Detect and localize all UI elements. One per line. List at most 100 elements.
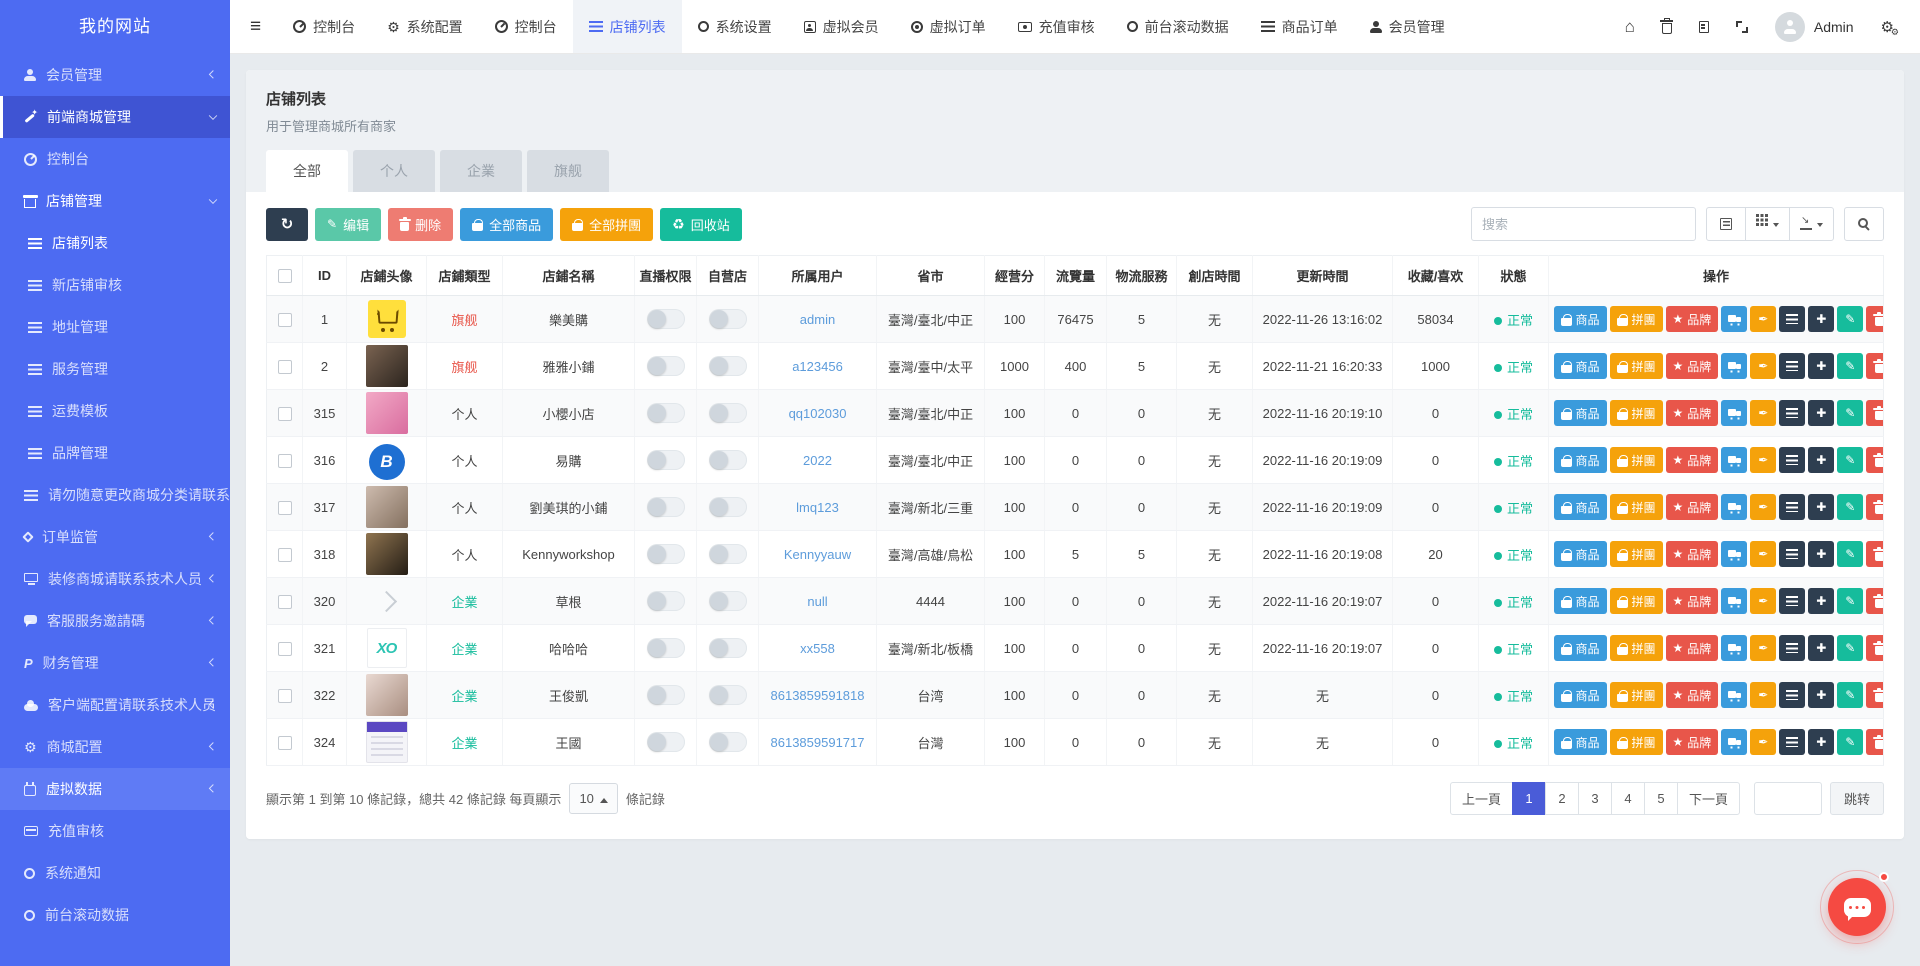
live-permission-toggle[interactable] [646, 638, 685, 658]
goods-button[interactable]: 商品 [1553, 494, 1607, 520]
move-button[interactable]: ✚ [1808, 400, 1835, 426]
brand-button[interactable]: ★ 品牌 [1665, 447, 1719, 473]
page-jump-button[interactable]: 跳转 [1829, 782, 1884, 815]
user-link[interactable]: qq102030 [789, 406, 847, 421]
groupbuy-button[interactable]: 拼團 [1609, 306, 1663, 332]
sidebar-item[interactable]: ⚙ 商城配置 [0, 726, 230, 768]
per-page-select[interactable]: 10 [569, 783, 618, 814]
move-button[interactable]: ✚ [1808, 635, 1835, 661]
recycle-bin-button[interactable]: ♻ 回收站 [660, 207, 742, 241]
row-delete-button[interactable] [1866, 306, 1884, 332]
detail-view-button[interactable] [1706, 207, 1746, 241]
topbar-tab[interactable]: 店铺列表 [572, 0, 682, 53]
brand-button[interactable]: ★ 品牌 [1665, 635, 1719, 661]
detail-button[interactable] [1779, 635, 1806, 661]
row-edit-button[interactable]: ✎ [1837, 588, 1864, 614]
next-page-button[interactable]: 下一頁 [1676, 782, 1740, 815]
sidebar-item[interactable]: 地址管理 [0, 306, 230, 348]
row-delete-button[interactable] [1866, 541, 1884, 567]
sidebar-item[interactable]: 品牌管理 [0, 432, 230, 474]
topbar-tab[interactable]: 控制台 [277, 0, 371, 53]
topbar-tab[interactable]: 虚拟会员 [788, 0, 895, 53]
row-checkbox[interactable] [277, 641, 292, 656]
logistics-button[interactable] [1721, 729, 1748, 755]
topbar-tab[interactable]: 系统设置 [682, 0, 788, 53]
sign-button[interactable]: ✒ [1750, 588, 1777, 614]
user-link[interactable]: a123456 [792, 359, 843, 374]
row-edit-button[interactable]: ✎ [1837, 494, 1864, 520]
row-checkbox[interactable] [277, 500, 292, 515]
goods-button[interactable]: 商品 [1553, 541, 1607, 567]
sidebar-item[interactable]: 订单监管 [0, 516, 230, 558]
logistics-button[interactable] [1721, 541, 1748, 567]
row-checkbox[interactable] [277, 594, 292, 609]
sidebar-toggle-button[interactable]: ≡ [230, 0, 277, 53]
row-edit-button[interactable]: ✎ [1837, 682, 1864, 708]
sidebar-item[interactable]: 新店铺审核 [0, 264, 230, 306]
page-button-5[interactable]: 5 [1643, 782, 1678, 815]
customer-service-button[interactable] [1820, 870, 1894, 944]
logistics-button[interactable] [1721, 306, 1748, 332]
detail-button[interactable] [1779, 494, 1806, 520]
sign-button[interactable]: ✒ [1750, 353, 1777, 379]
detail-button[interactable] [1779, 682, 1806, 708]
row-delete-button[interactable] [1866, 588, 1884, 614]
self-store-toggle[interactable] [708, 403, 747, 423]
topbar-tab[interactable]: 商品订单 [1245, 0, 1354, 53]
brand-button[interactable]: ★ 品牌 [1665, 682, 1719, 708]
row-edit-button[interactable]: ✎ [1837, 635, 1864, 661]
search-input[interactable] [1471, 207, 1696, 241]
prev-page-button[interactable]: 上一頁 [1449, 782, 1513, 815]
logistics-button[interactable] [1721, 353, 1748, 379]
all-groupbuy-button[interactable]: 全部拼團 [560, 207, 654, 241]
user-link[interactable]: 8613859591818 [771, 688, 865, 703]
topbar-tab[interactable]: 会员管理 [1354, 0, 1461, 53]
live-permission-toggle[interactable] [646, 356, 685, 376]
self-store-toggle[interactable] [708, 685, 747, 705]
user-link[interactable]: null [807, 594, 827, 609]
move-button[interactable]: ✚ [1808, 588, 1835, 614]
goods-button[interactable]: 商品 [1553, 729, 1607, 755]
row-delete-button[interactable] [1866, 729, 1884, 755]
topbar-tab[interactable]: 充值审核 [1002, 0, 1111, 53]
columns-button[interactable] [1745, 207, 1790, 241]
export-button[interactable] [1789, 207, 1834, 241]
move-button[interactable]: ✚ [1808, 682, 1835, 708]
move-button[interactable]: ✚ [1808, 447, 1835, 473]
detail-button[interactable] [1779, 447, 1806, 473]
self-store-toggle[interactable] [708, 497, 747, 517]
topbar-tab[interactable]: 前台滚动数据 [1111, 0, 1245, 53]
logistics-button[interactable] [1721, 588, 1748, 614]
row-checkbox[interactable] [277, 688, 292, 703]
row-delete-button[interactable] [1866, 682, 1884, 708]
sidebar-item[interactable]: 运费模板 [0, 390, 230, 432]
topbar-tab[interactable]: ⚙ 系统配置 [371, 0, 479, 53]
sidebar-item[interactable]: 客服服务邀請碼 [0, 600, 230, 642]
sidebar-item[interactable]: 系统通知 [0, 852, 230, 894]
row-edit-button[interactable]: ✎ [1837, 541, 1864, 567]
self-store-toggle[interactable] [708, 356, 747, 376]
sidebar-item[interactable]: 店铺列表 [0, 222, 230, 264]
logs-button[interactable] [1698, 20, 1709, 33]
sidebar-item[interactable]: 前台滚动数据 [0, 894, 230, 936]
filter-tab[interactable]: 旗舰 [527, 150, 609, 192]
self-store-toggle[interactable] [708, 591, 747, 611]
goods-button[interactable]: 商品 [1553, 447, 1607, 473]
row-checkbox[interactable] [277, 312, 292, 327]
user-link[interactable]: 8613859591717 [771, 735, 865, 750]
move-button[interactable]: ✚ [1808, 541, 1835, 567]
user-link[interactable]: 2022 [803, 453, 832, 468]
user-link[interactable]: xx558 [800, 641, 835, 656]
groupbuy-button[interactable]: 拼團 [1609, 353, 1663, 379]
filter-tab[interactable]: 个人 [353, 150, 435, 192]
groupbuy-button[interactable]: 拼團 [1609, 447, 1663, 473]
user-link[interactable]: Kennyyauw [784, 547, 851, 562]
groupbuy-button[interactable]: 拼團 [1609, 635, 1663, 661]
self-store-toggle[interactable] [708, 450, 747, 470]
groupbuy-button[interactable]: 拼團 [1609, 729, 1663, 755]
self-store-toggle[interactable] [708, 544, 747, 564]
goods-button[interactable]: 商品 [1553, 682, 1607, 708]
row-delete-button[interactable] [1866, 400, 1884, 426]
sign-button[interactable]: ✒ [1750, 635, 1777, 661]
page-jump-input[interactable] [1753, 782, 1822, 815]
